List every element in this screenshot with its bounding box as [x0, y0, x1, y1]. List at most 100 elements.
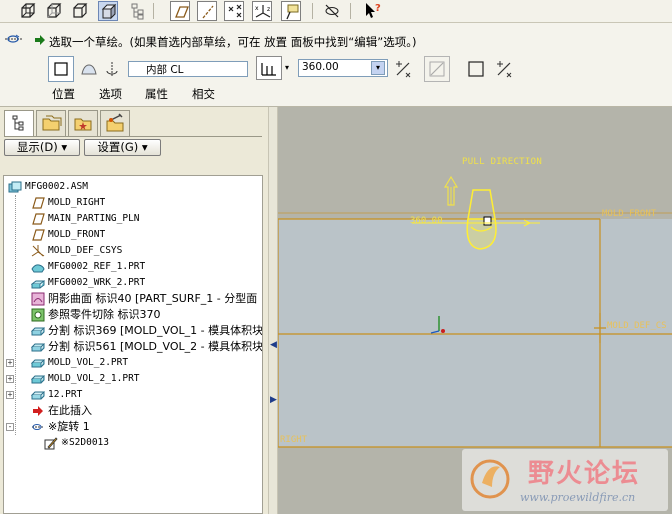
tree-item[interactable]: 分割 标识561 [MOLD_VOL_2 - 模具体积块	[4, 339, 262, 355]
tree-expand-icon[interactable]: +	[6, 391, 14, 399]
tab-divider	[4, 136, 262, 137]
remove-material-icon[interactable]	[424, 56, 450, 82]
csys-icon	[31, 244, 45, 258]
sketch-field-value: 内部 CL	[146, 64, 184, 76]
tree-item-label: MOLD_DEF_CSYS	[48, 245, 123, 256]
revolve-angle-dimension[interactable]: 360.00	[410, 216, 443, 226]
panel-splitter[interactable]	[268, 107, 278, 514]
tree-item[interactable]: MOLD_DEF_CSYS	[4, 243, 262, 259]
tree-item[interactable]: MOLD_FRONT	[4, 227, 262, 243]
settings-button-label: 设置(G)	[97, 140, 139, 154]
tree-item[interactable]: MAIN_PARTING_PLN	[4, 211, 262, 227]
revolve-preview	[467, 189, 496, 220]
revolve-icon	[31, 420, 45, 434]
tree-item-label: MFG0002_REF_1.PRT	[48, 261, 146, 272]
solid-icon[interactable]	[80, 60, 98, 78]
tree-item-label: 在此插入	[48, 404, 92, 417]
hidden-line-icon[interactable]	[44, 1, 64, 21]
model-tree-icon[interactable]	[128, 1, 148, 21]
model-tree[interactable]: MFG0002.ASM MOLD_RIGHT MAIN_PARTING_PLN MOL…	[3, 175, 263, 514]
no-hidden-icon[interactable]	[70, 1, 90, 21]
tree-item-label: MOLD_FRONT	[48, 229, 106, 240]
insert-here-arrow-icon	[31, 404, 45, 418]
tree-item[interactable]: +12.PRT	[4, 387, 262, 403]
tree-item[interactable]: 阴影曲面 标识40 [PART_SURF_1 - 分型面	[4, 291, 262, 307]
tree-item[interactable]: ※S2D0013	[4, 435, 262, 451]
thicken-flip-icon[interactable]	[494, 59, 514, 79]
angle-option-dropdown-icon[interactable]: ▾	[285, 63, 289, 72]
tree-collapse-icon[interactable]: -	[6, 423, 14, 431]
tree-expand-icon[interactable]: +	[6, 375, 14, 383]
toolbar-separator	[312, 3, 313, 19]
datum-axes-icon[interactable]	[197, 1, 217, 21]
toolbar-separator	[350, 3, 351, 19]
angle-value-select[interactable]: 360.00 ▾	[298, 59, 388, 77]
connections-tab[interactable]	[100, 110, 130, 136]
split-icon	[30, 324, 46, 338]
tree-item[interactable]: 在此插入	[4, 403, 262, 419]
thicken-sketch-icon[interactable]	[466, 59, 486, 79]
tree-item[interactable]: 参照零件切除 标识370	[4, 307, 262, 323]
tree-item[interactable]: MFG0002.ASM	[4, 179, 262, 195]
site-watermark: 野火论坛 www.proewildfire.cn	[462, 449, 668, 511]
datum-plane-icon	[31, 196, 45, 210]
tree-item[interactable]: - ※旋转 1	[4, 419, 262, 435]
sketch-icon	[44, 436, 58, 450]
feature-revolve-icon	[3, 31, 25, 47]
angle-dropdown-arrow-icon[interactable]: ▾	[371, 61, 385, 75]
graphics-window[interactable]: PULL DIRECTION 360.00 MOLD_FRONT MOLD_DE…	[278, 107, 672, 514]
tree-item-label: MOLD_VOL_2_1.PRT	[48, 373, 140, 384]
tree-expand-icon[interactable]: +	[6, 359, 14, 367]
tab-placement[interactable]: 位置	[52, 86, 75, 102]
workpiece-icon	[30, 276, 46, 290]
tree-item[interactable]: MFG0002_WRK_2.PRT	[4, 275, 262, 291]
ref-part-cutout-icon	[31, 308, 45, 322]
tab-intersect[interactable]: 相交	[192, 86, 215, 102]
coordinate-systems-icon[interactable]: xz	[252, 1, 272, 21]
right-plane-label: RIGHT	[280, 435, 308, 445]
tree-item[interactable]: 分割 标识369 [MOLD_VOL_1 - 模具体积块	[4, 323, 262, 339]
model-tree-tab[interactable]	[4, 110, 34, 137]
sketch-collector-button[interactable]	[48, 56, 74, 82]
shading-icon[interactable]	[98, 1, 118, 21]
display-toolbar: xz ?	[0, 0, 672, 23]
tree-item[interactable]: MFG0002_REF_1.PRT	[4, 259, 262, 275]
tree-item[interactable]: + MOLD_VOL_2_1.PRT	[4, 371, 262, 387]
flip-direction-icon[interactable]	[393, 59, 413, 79]
prompt-message: 选取一个草绘。(如果首选内部草绘，可在 放置 面板中找到“编辑”选项。)	[49, 35, 417, 49]
tree-item-label: 阴影曲面 标识40 [PART_SURF_1 - 分型面	[48, 292, 258, 305]
tree-item-label: MAIN_PARTING_PLN	[48, 213, 140, 224]
svg-text:z: z	[267, 6, 270, 13]
angle-value-text: 360.00	[302, 61, 339, 73]
collapse-left-arrow-icon[interactable]: ◀	[270, 340, 277, 354]
sketch-field[interactable]: 内部 CL	[128, 61, 248, 77]
datum-planes-icon[interactable]	[170, 1, 190, 21]
datum-plane-icon	[31, 212, 45, 226]
expand-right-arrow-icon[interactable]: ▶	[270, 395, 277, 409]
svg-text:x: x	[255, 5, 259, 12]
favorites-tab[interactable]	[68, 110, 98, 136]
spin-center-icon[interactable]	[322, 1, 342, 21]
mold-volume-icon	[30, 372, 46, 386]
prompt-arrow-icon	[35, 35, 45, 45]
whats-this-help-icon[interactable]: ?	[363, 1, 383, 21]
angle-option-button[interactable]	[256, 56, 282, 80]
tab-properties[interactable]: 属性	[145, 86, 168, 102]
settings-button[interactable]: 设置(G) ▾	[84, 139, 161, 156]
folder-browser-tab[interactable]	[36, 110, 66, 136]
wireframe-icon[interactable]	[18, 1, 38, 21]
tree-item-label: 分割 标识369 [MOLD_VOL_1 - 模具体积块	[48, 324, 263, 337]
tree-item[interactable]: + MOLD_VOL_2.PRT	[4, 355, 262, 371]
tree-item-label: ※旋转 1	[48, 420, 90, 433]
tree-item[interactable]: MOLD_RIGHT	[4, 195, 262, 211]
part-icon	[30, 388, 46, 402]
mold-block	[278, 219, 672, 447]
show-button[interactable]: 显示(D) ▾	[4, 139, 80, 156]
axis-select-icon[interactable]	[103, 60, 121, 78]
tab-options[interactable]: 选项	[99, 86, 122, 102]
tree-item-label: 12.PRT	[48, 389, 83, 400]
tree-item-label: 参照零件切除 标识370	[48, 308, 161, 321]
datum-points-icon[interactable]	[224, 1, 244, 21]
tree-item-label: MOLD_VOL_2.PRT	[48, 357, 129, 368]
annotations-icon[interactable]	[281, 1, 301, 21]
